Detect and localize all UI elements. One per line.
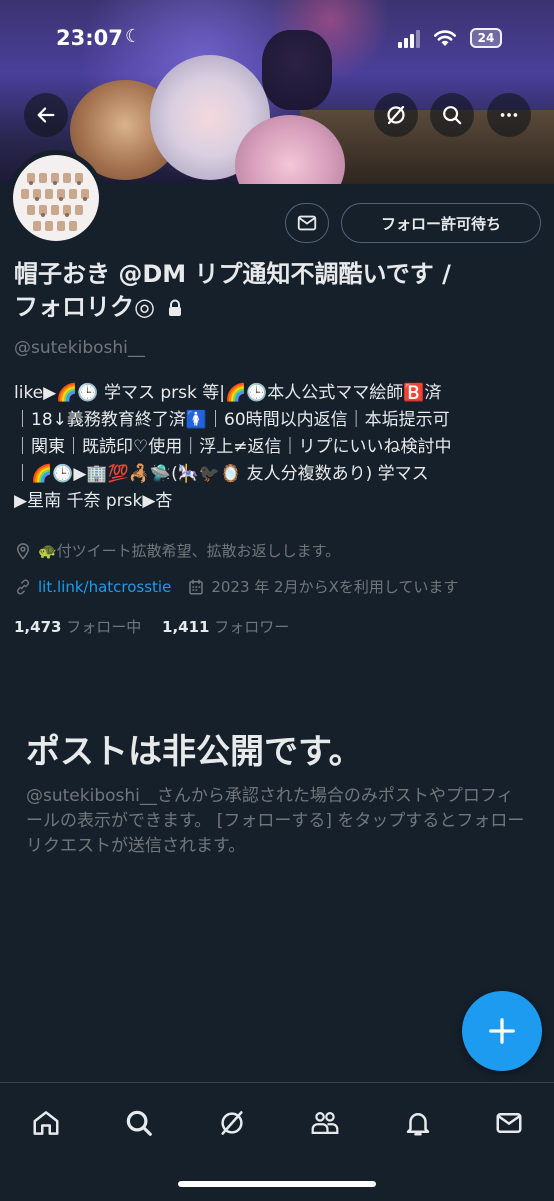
link-icon bbox=[16, 578, 30, 595]
following-link[interactable]: 1,473 フォロー中 bbox=[14, 618, 146, 636]
location-text: 🐢付ツイート拡散希望、拡散お返しします。 bbox=[38, 542, 341, 560]
profile-name-line1: 帽子おき @DM リプ通知不調酷いです / bbox=[14, 260, 451, 288]
avatar-pattern bbox=[21, 173, 89, 231]
profile-bio: like▶🌈🕒 学マス prsk 等|🌈🕒本人公式ママ絵師🅱️済 ｜18↓義務教… bbox=[14, 380, 544, 515]
calendar-icon bbox=[189, 579, 204, 594]
bio-line: like▶🌈🕒 学マス prsk 等|🌈🕒本人公式ママ絵師🅱️済 bbox=[14, 383, 442, 403]
follow-pending-button[interactable]: フォロー許可待ち bbox=[341, 203, 541, 243]
search-button[interactable] bbox=[430, 93, 474, 137]
more-horizontal-icon bbox=[500, 113, 518, 117]
following-count: 1,473 bbox=[14, 618, 62, 636]
cellular-signal-icon bbox=[398, 30, 422, 48]
notifications-icon bbox=[406, 1113, 430, 1136]
joined-date: 2023 年 2月からXを利用しています bbox=[211, 578, 459, 596]
back-button[interactable] bbox=[24, 93, 68, 137]
lock-icon bbox=[169, 299, 182, 316]
tab-home[interactable] bbox=[24, 1101, 68, 1145]
profile-name-line2: フォロリク◎ bbox=[14, 293, 155, 321]
private-notice-description: @sutekiboshi__さんから承認された場合のみポストやプロフィールの表示… bbox=[26, 786, 525, 856]
tab-search[interactable] bbox=[117, 1101, 161, 1145]
moon-icon: ☾ bbox=[125, 26, 142, 47]
messages-icon bbox=[496, 1113, 522, 1133]
grok-icon bbox=[387, 105, 405, 125]
bio-line: ｜🌈🕒▶🏢💯🦂🛸(🎠🐦‍⬛🪞 友人分複数あり) 学マス bbox=[14, 464, 429, 484]
status-time: 23:07 bbox=[56, 26, 123, 50]
search-icon bbox=[126, 1110, 152, 1136]
status-bar: 23:07 ☾ 24 bbox=[0, 0, 554, 80]
tab-grok[interactable] bbox=[210, 1101, 254, 1145]
wifi-icon bbox=[433, 30, 457, 46]
private-notice-title: ポストは非公開です。 bbox=[26, 732, 363, 772]
profile-link[interactable]: lit.link/hatcrosstie bbox=[38, 578, 171, 596]
home-icon bbox=[33, 1111, 59, 1135]
more-button[interactable] bbox=[487, 93, 531, 137]
battery-indicator: 24 bbox=[470, 28, 502, 48]
followers-label: フォロワー bbox=[214, 618, 290, 636]
arrow-left-icon bbox=[37, 107, 55, 123]
message-button[interactable] bbox=[285, 203, 329, 243]
bio-line: ▶星南 千奈 prsk▶杏 bbox=[14, 491, 173, 511]
tab-communities[interactable] bbox=[303, 1101, 347, 1145]
followers-link[interactable]: 1,411 フォロワー bbox=[162, 618, 289, 636]
bio-line: ｜18↓義務教育終了済🚺｜60時間以内返信｜本垢提示可 bbox=[14, 410, 450, 430]
following-label: フォロー中 bbox=[66, 618, 142, 636]
grok-button[interactable] bbox=[374, 93, 418, 137]
profile-link-row: lit.link/hatcrosstie 2023 年 2月からXを利用していま… bbox=[14, 576, 458, 597]
profile-location: 🐢付ツイート拡散希望、拡散お返しします。 bbox=[14, 540, 340, 561]
plus-icon bbox=[489, 1018, 515, 1044]
tab-notifications[interactable] bbox=[396, 1101, 440, 1145]
avatar-image bbox=[13, 155, 99, 241]
communities-icon bbox=[311, 1112, 339, 1134]
profile-handle: @sutekiboshi__ bbox=[14, 338, 145, 358]
followers-count: 1,411 bbox=[162, 618, 210, 636]
profile-avatar[interactable] bbox=[8, 150, 104, 246]
profile-name: 帽子おき @DM リプ通知不調酷いです / フォロリク◎ bbox=[14, 258, 544, 324]
follow-stats: 1,473 フォロー中 1,411 フォロワー bbox=[14, 616, 289, 637]
location-pin-icon bbox=[16, 542, 30, 560]
tab-messages[interactable] bbox=[487, 1101, 531, 1145]
mail-icon bbox=[297, 215, 317, 231]
bio-line: ｜関東｜既読印♡使用｜浮上≠返信｜リプにいいね検討中 bbox=[14, 437, 452, 457]
home-indicator bbox=[178, 1181, 376, 1187]
search-icon bbox=[443, 106, 462, 125]
compose-post-button[interactable] bbox=[462, 991, 542, 1071]
grok-icon bbox=[221, 1111, 243, 1135]
